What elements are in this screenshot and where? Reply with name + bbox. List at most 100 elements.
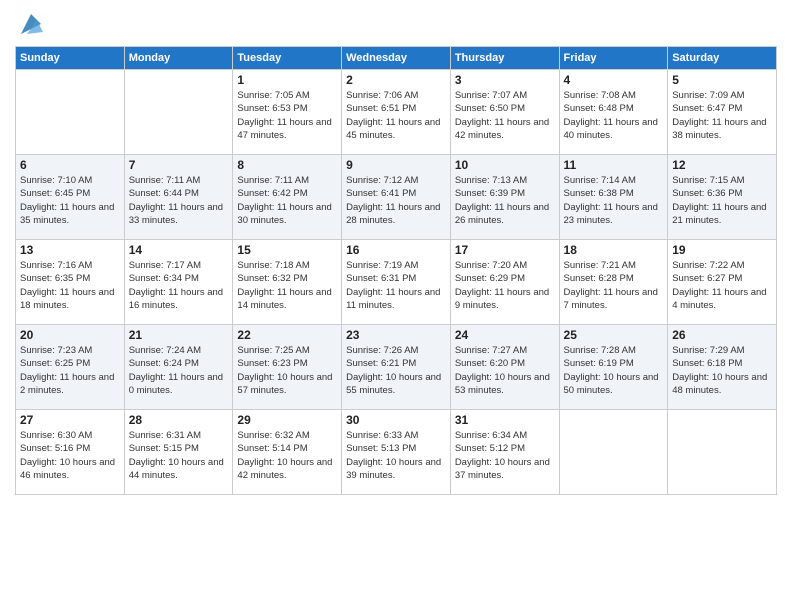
day-info: Sunrise: 7:11 AM Sunset: 6:44 PM Dayligh…	[129, 174, 229, 227]
weekday-header: Saturday	[668, 47, 777, 70]
day-info: Sunrise: 7:18 AM Sunset: 6:32 PM Dayligh…	[237, 259, 337, 312]
day-number: 19	[672, 243, 772, 257]
calendar-cell: 7 Sunrise: 7:11 AM Sunset: 6:44 PM Daylig…	[124, 155, 233, 240]
calendar-cell: 23 Sunrise: 7:26 AM Sunset: 6:21 PM Dayli…	[342, 325, 451, 410]
weekday-header: Tuesday	[233, 47, 342, 70]
calendar-cell: 20 Sunrise: 7:23 AM Sunset: 6:25 PM Dayli…	[16, 325, 125, 410]
logo	[15, 10, 45, 38]
day-number: 31	[455, 413, 555, 427]
calendar-cell: 25Sunrise: 7:28 AM Sunset: 6:19 PM Dayli…	[559, 325, 668, 410]
header	[15, 10, 777, 38]
logo-icon	[17, 10, 45, 38]
day-number: 6	[20, 158, 120, 172]
calendar-cell: 22 Sunrise: 7:25 AM Sunset: 6:23 PM Dayli…	[233, 325, 342, 410]
day-number: 10	[455, 158, 555, 172]
day-info: Sunrise: 7:24 AM Sunset: 6:24 PM Dayligh…	[129, 344, 229, 397]
day-info: Sunrise: 7:10 AM Sunset: 6:45 PM Dayligh…	[20, 174, 120, 227]
calendar-cell: 6 Sunrise: 7:10 AM Sunset: 6:45 PM Daylig…	[16, 155, 125, 240]
day-number: 8	[237, 158, 337, 172]
day-info: Sunrise: 7:22 AM Sunset: 6:27 PM Dayligh…	[672, 259, 772, 312]
day-info: Sunrise: 7:05 AM Sunset: 6:53 PM Dayligh…	[237, 89, 337, 142]
day-info: Sunrise: 6:32 AM Sunset: 5:14 PM Dayligh…	[237, 429, 337, 482]
day-info: Sunrise: 7:14 AM Sunset: 6:38 PM Dayligh…	[564, 174, 664, 227]
day-number: 24	[455, 328, 555, 342]
day-info: Sunrise: 7:26 AM Sunset: 6:21 PM Dayligh…	[346, 344, 446, 397]
calendar-cell: 28Sunrise: 6:31 AM Sunset: 5:15 PM Dayli…	[124, 410, 233, 495]
day-number: 17	[455, 243, 555, 257]
day-info: Sunrise: 6:34 AM Sunset: 5:12 PM Dayligh…	[455, 429, 555, 482]
day-info: Sunrise: 6:33 AM Sunset: 5:13 PM Dayligh…	[346, 429, 446, 482]
day-number: 13	[20, 243, 120, 257]
day-info: Sunrise: 7:16 AM Sunset: 6:35 PM Dayligh…	[20, 259, 120, 312]
calendar-cell: 4Sunrise: 7:08 AM Sunset: 6:48 PM Daylig…	[559, 70, 668, 155]
day-info: Sunrise: 7:06 AM Sunset: 6:51 PM Dayligh…	[346, 89, 446, 142]
day-number: 18	[564, 243, 664, 257]
day-info: Sunrise: 7:13 AM Sunset: 6:39 PM Dayligh…	[455, 174, 555, 227]
day-info: Sunrise: 7:29 AM Sunset: 6:18 PM Dayligh…	[672, 344, 772, 397]
day-number: 15	[237, 243, 337, 257]
calendar-cell: 19 Sunrise: 7:22 AM Sunset: 6:27 PM Dayli…	[668, 240, 777, 325]
calendar-cell: 17 Sunrise: 7:20 AM Sunset: 6:29 PM Dayli…	[450, 240, 559, 325]
day-info: Sunrise: 7:27 AM Sunset: 6:20 PM Dayligh…	[455, 344, 555, 397]
day-info: Sunrise: 7:17 AM Sunset: 6:34 PM Dayligh…	[129, 259, 229, 312]
calendar-cell: 15 Sunrise: 7:18 AM Sunset: 6:32 PM Dayli…	[233, 240, 342, 325]
calendar-cell	[559, 410, 668, 495]
day-number: 5	[672, 73, 772, 87]
weekday-header: Friday	[559, 47, 668, 70]
day-number: 23	[346, 328, 446, 342]
day-info: Sunrise: 7:19 AM Sunset: 6:31 PM Dayligh…	[346, 259, 446, 312]
day-number: 11	[564, 158, 664, 172]
day-info: Sunrise: 7:20 AM Sunset: 6:29 PM Dayligh…	[455, 259, 555, 312]
weekday-header: Monday	[124, 47, 233, 70]
day-info: Sunrise: 7:25 AM Sunset: 6:23 PM Dayligh…	[237, 344, 337, 397]
day-number: 27	[20, 413, 120, 427]
weekday-header: Wednesday	[342, 47, 451, 70]
calendar-cell	[668, 410, 777, 495]
day-number: 3	[455, 73, 555, 87]
calendar-header: SundayMondayTuesdayWednesdayThursdayFrid…	[16, 47, 777, 70]
day-number: 25	[564, 328, 664, 342]
calendar-cell: 31 Sunrise: 6:34 AM Sunset: 5:12 PM Dayli…	[450, 410, 559, 495]
calendar-cell	[16, 70, 125, 155]
day-info: Sunrise: 7:23 AM Sunset: 6:25 PM Dayligh…	[20, 344, 120, 397]
calendar-cell: 8Sunrise: 7:11 AM Sunset: 6:42 PM Daylig…	[233, 155, 342, 240]
calendar-cell: 10 Sunrise: 7:13 AM Sunset: 6:39 PM Dayli…	[450, 155, 559, 240]
weekday-header: Thursday	[450, 47, 559, 70]
calendar-cell: 5 Sunrise: 7:09 AM Sunset: 6:47 PM Daylig…	[668, 70, 777, 155]
day-number: 14	[129, 243, 229, 257]
day-number: 29	[237, 413, 337, 427]
day-number: 20	[20, 328, 120, 342]
calendar-cell	[124, 70, 233, 155]
day-number: 22	[237, 328, 337, 342]
day-number: 2	[346, 73, 446, 87]
day-number: 21	[129, 328, 229, 342]
calendar-cell: 3 Sunrise: 7:07 AM Sunset: 6:50 PM Daylig…	[450, 70, 559, 155]
calendar-cell: 12 Sunrise: 7:15 AM Sunset: 6:36 PM Dayli…	[668, 155, 777, 240]
day-info: Sunrise: 7:07 AM Sunset: 6:50 PM Dayligh…	[455, 89, 555, 142]
calendar-cell: 1 Sunrise: 7:05 AM Sunset: 6:53 PM Daylig…	[233, 70, 342, 155]
day-number: 30	[346, 413, 446, 427]
calendar-cell: 2 Sunrise: 7:06 AM Sunset: 6:51 PM Daylig…	[342, 70, 451, 155]
day-number: 26	[672, 328, 772, 342]
day-info: Sunrise: 7:15 AM Sunset: 6:36 PM Dayligh…	[672, 174, 772, 227]
day-number: 4	[564, 73, 664, 87]
day-number: 7	[129, 158, 229, 172]
calendar-cell: 9Sunrise: 7:12 AM Sunset: 6:41 PM Daylig…	[342, 155, 451, 240]
calendar-cell: 16 Sunrise: 7:19 AM Sunset: 6:31 PM Dayli…	[342, 240, 451, 325]
day-info: Sunrise: 7:21 AM Sunset: 6:28 PM Dayligh…	[564, 259, 664, 312]
day-number: 1	[237, 73, 337, 87]
calendar-cell: 18 Sunrise: 7:21 AM Sunset: 6:28 PM Dayli…	[559, 240, 668, 325]
day-info: Sunrise: 7:09 AM Sunset: 6:47 PM Dayligh…	[672, 89, 772, 142]
page-container: SundayMondayTuesdayWednesdayThursdayFrid…	[0, 0, 792, 505]
day-info: Sunrise: 7:12 AM Sunset: 6:41 PM Dayligh…	[346, 174, 446, 227]
calendar-cell: 24 Sunrise: 7:27 AM Sunset: 6:20 PM Dayli…	[450, 325, 559, 410]
day-number: 16	[346, 243, 446, 257]
day-number: 12	[672, 158, 772, 172]
calendar-cell: 26 Sunrise: 7:29 AM Sunset: 6:18 PM Dayli…	[668, 325, 777, 410]
calendar-table: SundayMondayTuesdayWednesdayThursdayFrid…	[15, 46, 777, 495]
day-info: Sunrise: 6:30 AM Sunset: 5:16 PM Dayligh…	[20, 429, 120, 482]
calendar-cell: 30 Sunrise: 6:33 AM Sunset: 5:13 PM Dayli…	[342, 410, 451, 495]
weekday-header: Sunday	[16, 47, 125, 70]
day-number: 28	[129, 413, 229, 427]
calendar-cell: 13 Sunrise: 7:16 AM Sunset: 6:35 PM Dayli…	[16, 240, 125, 325]
